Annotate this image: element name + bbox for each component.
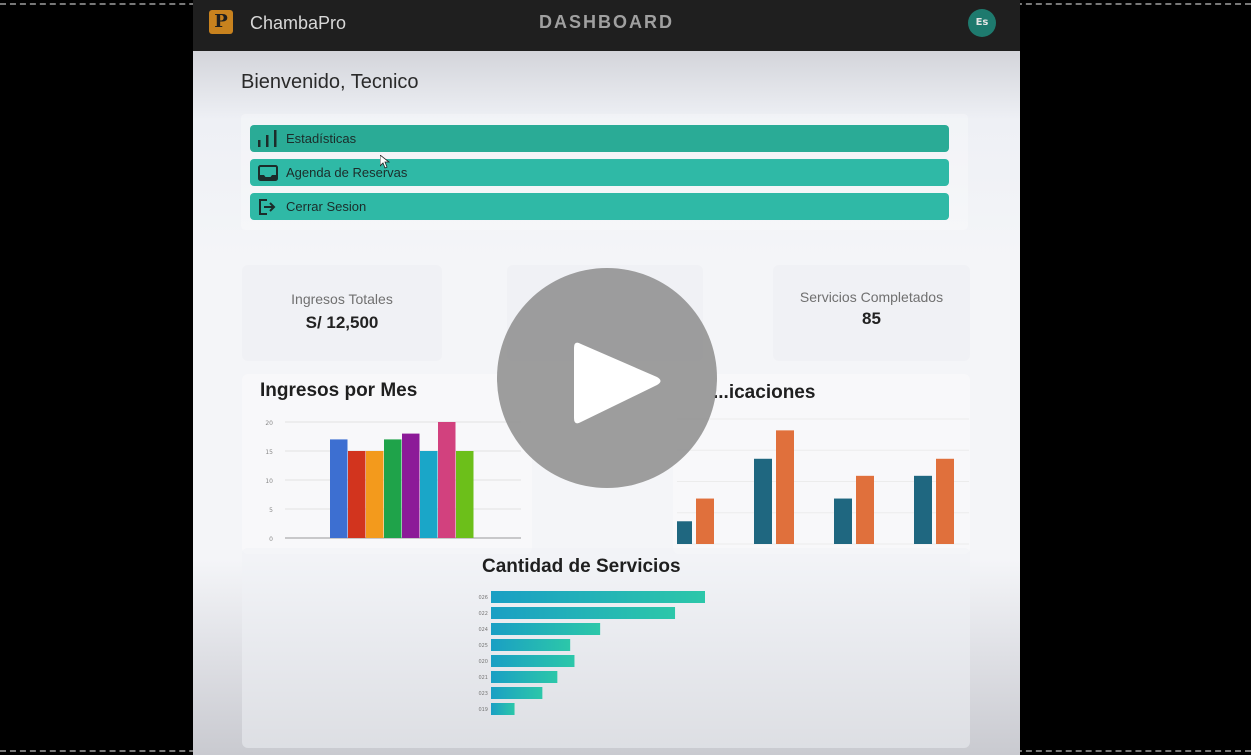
bar	[491, 639, 571, 651]
logout-icon	[256, 197, 280, 217]
bar	[456, 451, 474, 538]
mouse-cursor-icon	[380, 155, 390, 169]
bar	[491, 607, 676, 619]
bar	[491, 703, 515, 715]
inbox-icon	[256, 163, 280, 183]
bar	[348, 451, 366, 538]
bar	[491, 655, 575, 667]
chart-title: ...icaciones	[713, 382, 816, 403]
bar	[776, 430, 794, 544]
bar	[491, 591, 705, 603]
stat-value: 85	[862, 309, 881, 328]
bar	[834, 498, 852, 544]
stat-card-ingresos: Ingresos Totales S/ 12,500	[242, 265, 442, 361]
bar-chart-icon	[256, 129, 280, 149]
stat-value: S/ 12,500	[305, 313, 379, 332]
chart-ingresos-por-mes: 0 5 10 15 20	[265, 420, 521, 543]
chart-calificaciones	[677, 418, 969, 545]
bar	[438, 422, 456, 538]
menu-label: Cerrar Sesion	[286, 199, 367, 214]
y-tick-label: 2025	[478, 643, 488, 649]
y-tick-label: 2022	[478, 611, 488, 617]
chart-title: Ingresos por Mes	[260, 380, 418, 401]
play-icon	[574, 342, 661, 424]
y-tick-label: 2026	[478, 595, 488, 601]
welcome-heading: Bienvenido, Tecnico	[241, 71, 419, 93]
chart-cantidad-servicios: 2026 2022 2024 2025 2020 2021 2023 2019	[478, 591, 705, 715]
y-tick-label: 10	[265, 478, 273, 485]
menu-item-agenda[interactable]: Agenda de Reservas	[250, 159, 949, 186]
page-title: DASHBOARD	[539, 12, 674, 32]
bar	[696, 498, 714, 544]
bar	[384, 439, 402, 538]
bar	[491, 671, 558, 683]
stat-label: Servicios Completados	[799, 289, 944, 305]
bar	[402, 433, 420, 538]
user-avatar[interactable]: Es	[968, 9, 996, 37]
menu-label: Estadísticas	[286, 131, 357, 146]
y-tick-label: 2020	[478, 659, 488, 665]
y-tick-label: 2021	[478, 675, 488, 681]
stat-label: Ingresos Totales	[291, 291, 393, 307]
y-tick-label: 15	[265, 449, 273, 456]
menu-item-cerrar-sesion[interactable]: Cerrar Sesion	[250, 193, 949, 220]
chart-title: Cantidad de Servicios	[482, 556, 681, 577]
y-tick-label: 2019	[478, 707, 488, 713]
menu-item-estadisticas[interactable]: Estadísticas	[250, 125, 949, 152]
bar	[420, 451, 438, 538]
bar	[366, 451, 384, 538]
y-tick-label: 5	[269, 507, 273, 514]
play-button[interactable]	[497, 268, 717, 488]
bar	[936, 458, 954, 544]
bar	[754, 458, 772, 544]
bar	[914, 475, 932, 544]
stat-card-servicios: Servicios Completados 85	[773, 265, 970, 361]
bar	[677, 521, 692, 544]
y-tick-label: 2024	[478, 627, 488, 633]
app-header: P ChambaPro DASHBOARD Es	[193, 0, 1020, 51]
bar	[330, 439, 348, 538]
bar	[491, 687, 543, 699]
y-tick-label: 2023	[478, 691, 488, 697]
bar	[491, 623, 601, 635]
y-tick-label: 0	[269, 536, 273, 543]
y-tick-label: 20	[265, 420, 273, 427]
bar	[856, 475, 874, 544]
video-frame: P ChambaPro DASHBOARD Es Bienvenido, Tec…	[0, 0, 1251, 755]
